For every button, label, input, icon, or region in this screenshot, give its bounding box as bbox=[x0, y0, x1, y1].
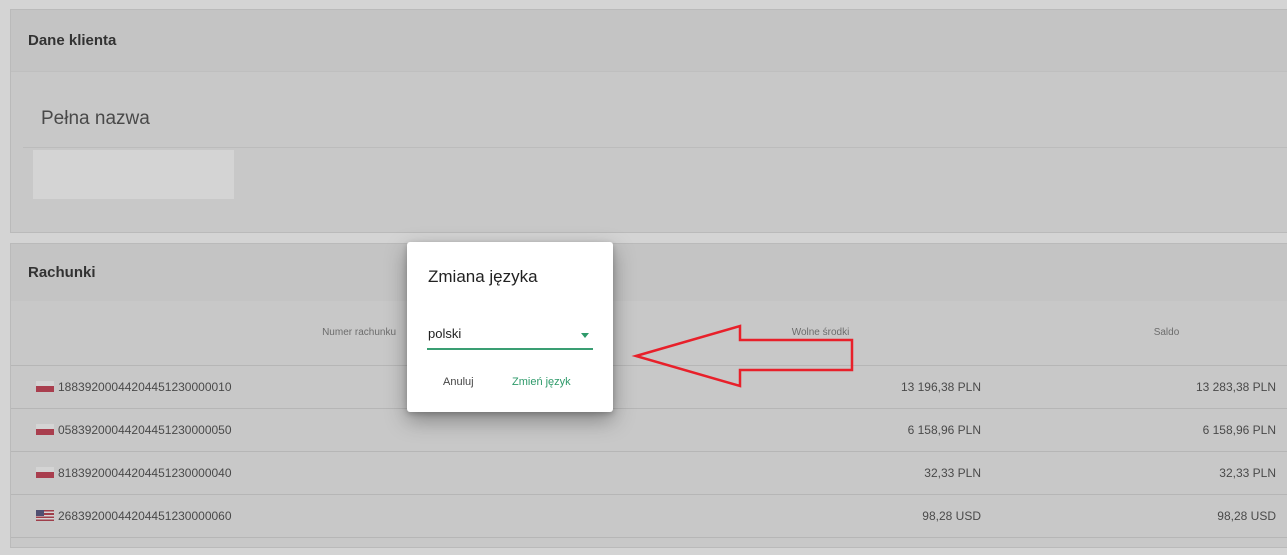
change-language-button[interactable]: Zmień język bbox=[512, 376, 571, 388]
page: Dane klienta Pełna nazwa Rachunki Numer … bbox=[0, 0, 1287, 555]
modal-backdrop[interactable] bbox=[0, 0, 1287, 555]
language-select-value: polski bbox=[428, 326, 462, 341]
dropdown-caret-icon[interactable] bbox=[581, 333, 589, 338]
red-arrow-annotation bbox=[631, 324, 854, 388]
language-select[interactable]: polski bbox=[427, 326, 593, 350]
dialog-title: Zmiana języka bbox=[428, 267, 538, 286]
cancel-button[interactable]: Anuluj bbox=[443, 376, 474, 388]
language-dialog: Zmiana języka polski Anuluj Zmień język bbox=[407, 242, 613, 412]
